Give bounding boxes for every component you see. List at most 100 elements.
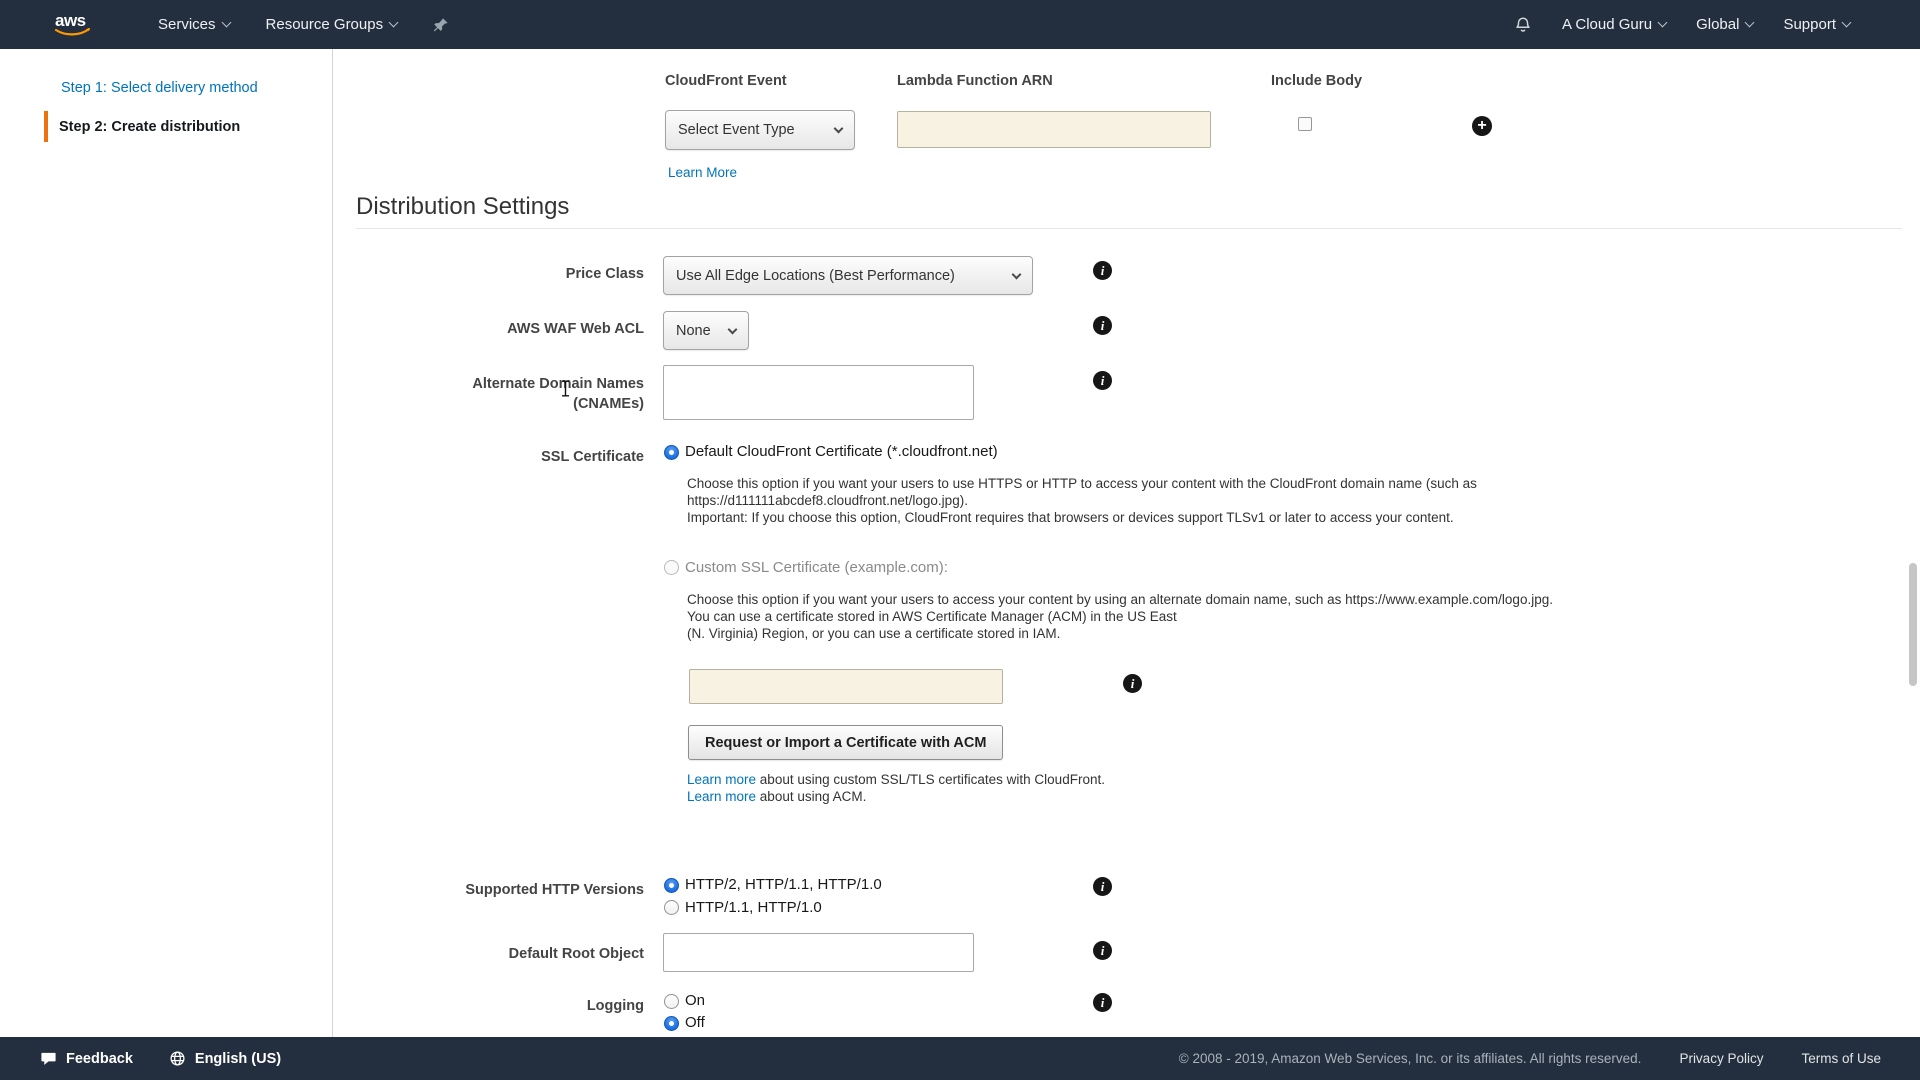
logging-label: Logging [393, 996, 644, 1016]
include-body-checkbox[interactable] [1298, 117, 1312, 131]
sidebar-step-2-current[interactable]: Step 2: Create distribution [44, 111, 240, 142]
ssl-learn-more-2-rest: about using ACM. [756, 789, 866, 804]
ssl-custom-description: Choose this option if you want your user… [687, 591, 1553, 643]
nav-services-label: Services [158, 16, 216, 33]
cnames-textarea[interactable] [663, 365, 974, 420]
default-root-object-info-icon[interactable]: i [1093, 941, 1112, 960]
main-content: CloudFront Event Lambda Function ARN Inc… [333, 49, 1920, 1037]
language-selector[interactable]: English (US) [169, 1050, 281, 1067]
terms-of-use-link[interactable]: Terms of Use [1801, 1051, 1881, 1066]
ssl-certificate-label: SSL Certificate [393, 447, 644, 467]
ssl-custom-radio[interactable] [664, 560, 679, 575]
nav-region-label: Global [1696, 16, 1739, 33]
nav-services-menu[interactable]: Services [158, 16, 230, 33]
nav-account-menu[interactable]: A Cloud Guru [1562, 16, 1666, 33]
learn-more-link-text: Learn More [668, 165, 737, 180]
nav-account-label: A Cloud Guru [1562, 16, 1652, 33]
add-lambda-association-icon[interactable]: + [1472, 116, 1492, 136]
chevron-down-icon [834, 124, 844, 134]
nav-resource-groups-label: Resource Groups [266, 16, 384, 33]
lambda-arn-column-label: Lambda Function ARN [897, 73, 1053, 89]
pushpin-icon[interactable] [433, 17, 449, 33]
custom-certificate-input[interactable] [689, 669, 1003, 704]
logging-on-radio-label[interactable]: On [685, 992, 705, 1010]
http2-radio-label[interactable]: HTTP/2, HTTP/1.1, HTTP/1.0 [685, 876, 882, 894]
nav-resource-groups-menu[interactable]: Resource Groups [266, 16, 398, 33]
notifications-bell-icon[interactable] [1514, 16, 1532, 34]
ssl-learn-more-2-link[interactable]: Learn more [687, 789, 756, 804]
ssl-learn-more-2: Learn more about using ACM. [687, 789, 866, 804]
sidebar-step-2-label: Step 2: Create distribution [59, 119, 240, 135]
certificate-info-icon[interactable]: i [1123, 674, 1142, 693]
language-label: English (US) [195, 1051, 281, 1067]
http11-radio-label[interactable]: HTTP/1.1, HTTP/1.0 [685, 899, 822, 917]
ssl-custom-desc-line2: You can use a certificate stored in AWS … [687, 608, 1553, 625]
nav-right-group: A Cloud Guru Global Support [1514, 16, 1850, 34]
feedback-label: Feedback [66, 1051, 133, 1067]
waf-select-value: None [676, 323, 711, 339]
nav-region-menu[interactable]: Global [1696, 16, 1753, 33]
wizard-steps-sidebar: Step 1: Select delivery method Step 2: C… [0, 49, 333, 1037]
http11-radio[interactable] [664, 900, 679, 915]
svg-text:aws: aws [55, 11, 86, 30]
footer-left-group: Feedback English (US) [40, 1050, 281, 1067]
logging-on-radio[interactable] [664, 994, 679, 1009]
sidebar-step-1-link[interactable]: Step 1: Select delivery method [61, 80, 258, 96]
default-root-object-label: Default Root Object [393, 944, 644, 964]
price-class-label: Price Class [393, 264, 644, 284]
waf-info-icon[interactable]: i [1093, 316, 1112, 335]
http-versions-label: Supported HTTP Versions [393, 880, 644, 900]
cnames-label-line1: Alternate Domain Names [393, 374, 644, 394]
waf-web-acl-label: AWS WAF Web ACL [393, 319, 644, 339]
copyright-text: © 2008 - 2019, Amazon Web Services, Inc.… [1179, 1051, 1642, 1066]
lambda-learn-more-link[interactable]: Learn More [668, 165, 737, 180]
event-type-select-value: Select Event Type [678, 122, 795, 138]
http-versions-info-icon[interactable]: i [1093, 877, 1112, 896]
chevron-down-icon [728, 324, 738, 334]
logging-off-radio-label[interactable]: Off [685, 1014, 705, 1032]
nav-support-menu[interactable]: Support [1783, 16, 1850, 33]
active-step-indicator [44, 111, 48, 142]
logging-info-icon[interactable]: i [1093, 993, 1112, 1012]
distribution-settings-title: Distribution Settings [356, 193, 569, 221]
ssl-default-description: Choose this option if you want your user… [687, 475, 1477, 527]
price-class-select[interactable]: Use All Edge Locations (Best Performance… [663, 256, 1033, 295]
chevron-down-icon [1658, 18, 1668, 28]
ssl-default-radio[interactable] [664, 445, 679, 460]
price-class-info-icon[interactable]: i [1093, 261, 1112, 280]
nav-support-label: Support [1783, 16, 1836, 33]
cnames-info-icon[interactable]: i [1093, 371, 1112, 390]
section-divider [356, 228, 1902, 229]
chevron-down-icon [1012, 269, 1022, 279]
event-type-select[interactable]: Select Event Type [665, 110, 855, 150]
privacy-policy-link[interactable]: Privacy Policy [1679, 1051, 1763, 1066]
ssl-learn-more-1: Learn more about using custom SSL/TLS ce… [687, 772, 1105, 787]
ssl-custom-desc-line3: (N. Virginia) Region, or you can use a c… [687, 625, 1553, 642]
chevron-down-icon [1745, 18, 1755, 28]
aws-logo[interactable]: aws [52, 11, 94, 38]
request-acm-certificate-button[interactable]: Request or Import a Certificate with ACM [688, 725, 1003, 760]
default-root-object-input[interactable] [663, 933, 974, 972]
footer-right-group: © 2008 - 2019, Amazon Web Services, Inc.… [1179, 1051, 1881, 1066]
ssl-default-desc-line1: Choose this option if you want your user… [687, 475, 1477, 492]
http2-radio[interactable] [664, 878, 679, 893]
ssl-default-desc-line2: https://d111111abcdef8.cloudfront.net/lo… [687, 492, 1477, 509]
ssl-default-radio-label[interactable]: Default CloudFront Certificate (*.cloudf… [685, 443, 998, 461]
ssl-custom-radio-label[interactable]: Custom SSL Certificate (example.com): [685, 559, 948, 577]
chevron-down-icon [221, 18, 231, 28]
lambda-arn-input[interactable] [897, 111, 1211, 148]
vertical-scrollbar-thumb[interactable] [1909, 563, 1917, 686]
globe-icon [169, 1050, 186, 1067]
ssl-learn-more-1-rest: about using custom SSL/TLS certificates … [756, 772, 1105, 787]
cnames-label-line2: (CNAMEs) [393, 394, 644, 414]
chevron-down-icon [389, 18, 399, 28]
ssl-learn-more-1-link[interactable]: Learn more [687, 772, 756, 787]
logging-off-radio[interactable] [664, 1016, 679, 1031]
cnames-label: Alternate Domain Names (CNAMEs) [393, 374, 644, 414]
chevron-down-icon [1842, 18, 1852, 28]
speech-bubble-icon [40, 1050, 57, 1067]
top-navigation-bar: aws Services Resource Groups A C [0, 0, 1920, 49]
ssl-custom-desc-line1: Choose this option if you want your user… [687, 591, 1553, 608]
waf-web-acl-select[interactable]: None [663, 311, 749, 350]
feedback-button[interactable]: Feedback [40, 1050, 133, 1067]
